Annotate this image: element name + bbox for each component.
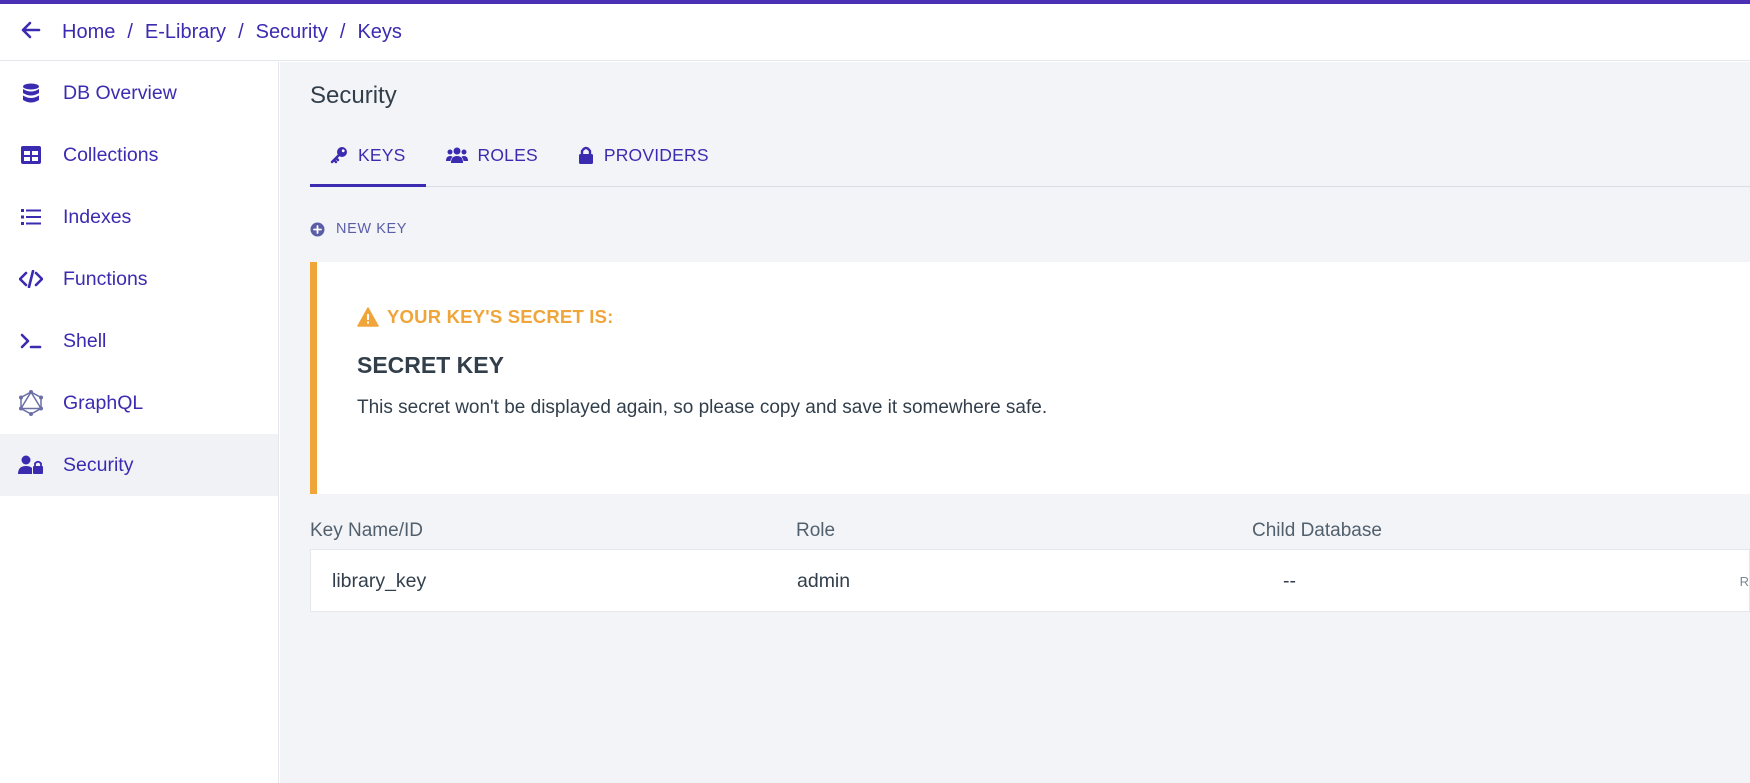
secret-alert: YOUR KEY'S SECRET IS: SECRET KEY This se…: [310, 262, 1750, 494]
graphql-icon: [18, 390, 44, 416]
breadcrumb: Home / E-Library / Security / Keys: [62, 21, 402, 44]
plus-circle-icon: [310, 222, 325, 237]
key-name-cell: library_key: [332, 570, 427, 592]
breadcrumb-separator: /: [238, 20, 244, 43]
tab-label: KEYS: [358, 144, 406, 165]
users-icon: [445, 147, 468, 163]
key-icon: [330, 146, 348, 164]
column-header-role: Role: [796, 520, 836, 541]
row-action-button[interactable]: R: [1740, 574, 1749, 589]
column-header-child-database: Child Database: [1252, 520, 1382, 541]
child-database-cell: --: [1283, 570, 1296, 592]
breadcrumb-e-library[interactable]: E-Library: [145, 21, 226, 44]
sidebar-item-label: DB Overview: [63, 81, 177, 104]
new-key-button[interactable]: NEW KEY: [310, 221, 407, 237]
warning-icon: [357, 307, 379, 327]
sidebar-item-label: Collections: [63, 143, 159, 166]
alert-message: This secret won't be displayed again, so…: [357, 397, 1048, 418]
sidebar-item-label: Security: [63, 453, 134, 476]
database-icon: [18, 80, 44, 106]
page-title: Security: [310, 82, 397, 109]
code-icon: [18, 266, 44, 292]
sidebar-item-db-overview[interactable]: DB Overview: [0, 62, 278, 124]
breadcrumb-separator: /: [339, 20, 346, 43]
terminal-icon: [18, 328, 44, 354]
main-content: Security KEYS ROLES PROVIDERS NEW KEY YO…: [280, 62, 1750, 783]
sidebar-item-label: Shell: [63, 329, 107, 352]
user-lock-icon: [18, 452, 44, 478]
alert-heading-text: YOUR KEY'S SECRET IS:: [387, 306, 614, 327]
sidebar-item-shell[interactable]: Shell: [0, 310, 278, 372]
back-button[interactable]: [0, 4, 62, 61]
header: Home / E-Library / Security / Keys: [0, 4, 1750, 61]
sidebar-item-label: GraphQL: [63, 391, 144, 414]
breadcrumb-keys[interactable]: Keys: [357, 21, 401, 44]
tab-label: ROLES: [477, 144, 538, 165]
sidebar-item-graphql[interactable]: GraphQL: [0, 372, 278, 434]
new-key-label: NEW KEY: [336, 221, 408, 237]
table-icon: [18, 142, 44, 168]
keys-table-header: Key Name/ID Role Child Database: [310, 512, 1750, 552]
tab-label: PROVIDERS: [603, 144, 709, 165]
sidebar-item-security[interactable]: Security: [0, 434, 278, 496]
sidebar-item-functions[interactable]: Functions: [0, 248, 278, 310]
alert-heading: YOUR KEY'S SECRET IS:: [357, 306, 614, 328]
breadcrumb-security[interactable]: Security: [256, 21, 328, 44]
sidebar-item-indexes[interactable]: Indexes: [0, 186, 278, 248]
tab-bar: KEYS ROLES PROVIDERS: [310, 124, 1750, 187]
column-header-key-name: Key Name/ID: [310, 520, 423, 541]
arrow-left-icon: [21, 21, 41, 44]
role-cell: admin: [797, 570, 851, 592]
lock-icon: [578, 146, 594, 164]
table-row: library_key admin -- R: [310, 549, 1750, 612]
tab-keys[interactable]: KEYS: [310, 124, 426, 187]
breadcrumb-separator: /: [127, 20, 133, 43]
sidebar-item-collections[interactable]: Collections: [0, 124, 278, 186]
secret-key-value[interactable]: SECRET KEY: [357, 352, 504, 379]
tab-roles[interactable]: ROLES: [426, 124, 558, 186]
breadcrumb-home[interactable]: Home: [62, 21, 115, 44]
list-icon: [18, 204, 44, 230]
sidebar-item-label: Functions: [63, 267, 148, 290]
sidebar-item-label: Indexes: [63, 205, 132, 228]
sidebar: DB Overview Collections Indexes Function…: [0, 62, 279, 783]
tab-providers[interactable]: PROVIDERS: [558, 124, 729, 186]
